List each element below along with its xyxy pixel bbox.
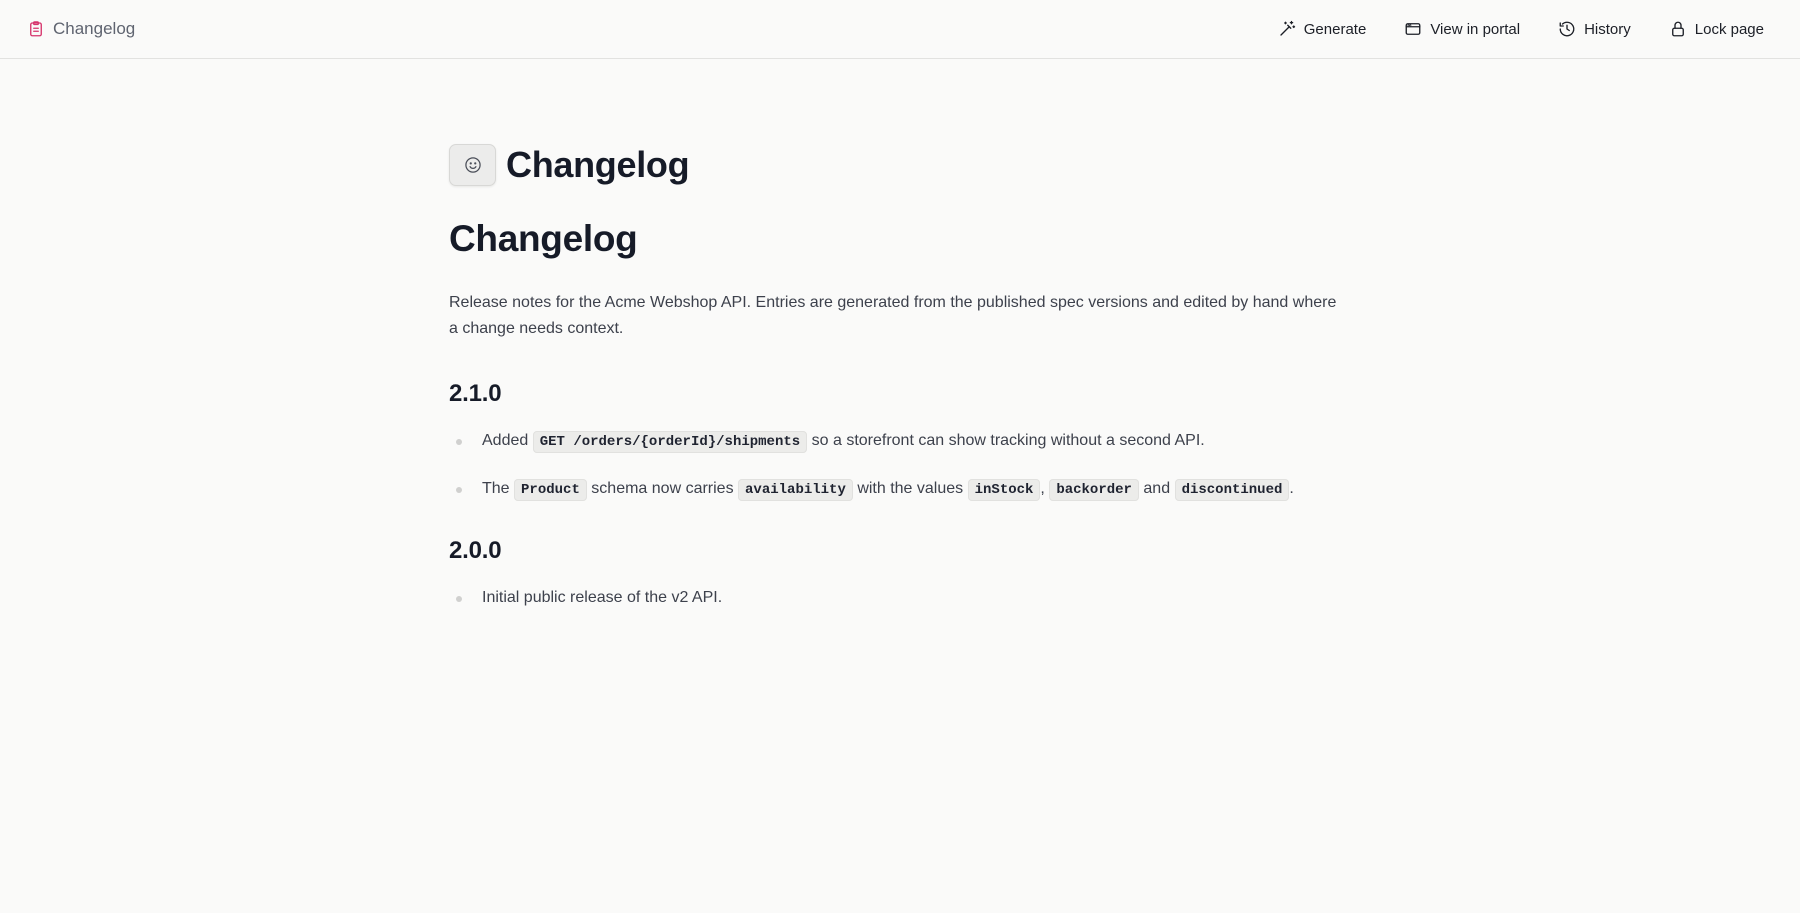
intro-paragraph: Release notes for the Acme Webshop API. …	[449, 293, 1337, 337]
generate-label: Generate	[1303, 20, 1367, 38]
view-in-portal-label: View in portal	[1430, 20, 1521, 38]
clipboard-icon	[27, 20, 45, 38]
history-button[interactable]: History	[1558, 20, 1631, 38]
browser-window-icon	[1405, 23, 1421, 35]
inline-code: backorder	[1049, 478, 1139, 501]
view-in-portal-button[interactable]: View in portal	[1404, 20, 1520, 38]
list-item: The Product schema now carries availabil…	[449, 476, 1349, 503]
history-label: History	[1584, 20, 1631, 38]
inline-code: discontinued	[1174, 478, 1290, 501]
breadcrumb[interactable]: Changelog	[27, 19, 135, 39]
lock-icon	[1671, 21, 1684, 37]
generate-button[interactable]: Generate	[1278, 20, 1367, 38]
version-heading: 2.1.0	[449, 379, 502, 407]
list-item: Added GET /orders/{orderId}/shipments so…	[449, 428, 1349, 455]
magic-wand-icon	[1280, 20, 1295, 36]
inline-code: Product	[514, 478, 587, 501]
inline-code: inStock	[967, 478, 1041, 501]
list-item: Initial public release of the v2 API.	[449, 585, 1349, 611]
breadcrumb-label: Changelog	[53, 19, 136, 38]
document-heading: Changelog	[449, 218, 638, 259]
toolbar-actions: Generate View in portal History Lock pag…	[1278, 20, 1764, 38]
lock-page-label: Lock page	[1694, 20, 1764, 38]
page-content: Changelog Changelog Release notes for th…	[449, 143, 1349, 632]
page-emoji-button[interactable]	[449, 144, 496, 186]
history-icon	[1559, 21, 1575, 37]
inline-code: availability	[738, 478, 853, 501]
smiley-icon	[464, 157, 481, 173]
version-heading: 2.0.0	[449, 536, 502, 564]
page-title[interactable]: Changelog	[506, 144, 690, 186]
top-bar: Changelog Generate View in portal Histor…	[0, 0, 1800, 59]
page-title-row: Changelog	[449, 143, 1349, 187]
lock-page-button[interactable]: Lock page	[1669, 20, 1764, 38]
inline-code: GET /orders/{orderId}/shipments	[532, 430, 808, 453]
version-entry-list: Initial public release of the v2 API.	[449, 585, 1349, 611]
version-entry-list: Added GET /orders/{orderId}/shipments so…	[449, 428, 1349, 503]
